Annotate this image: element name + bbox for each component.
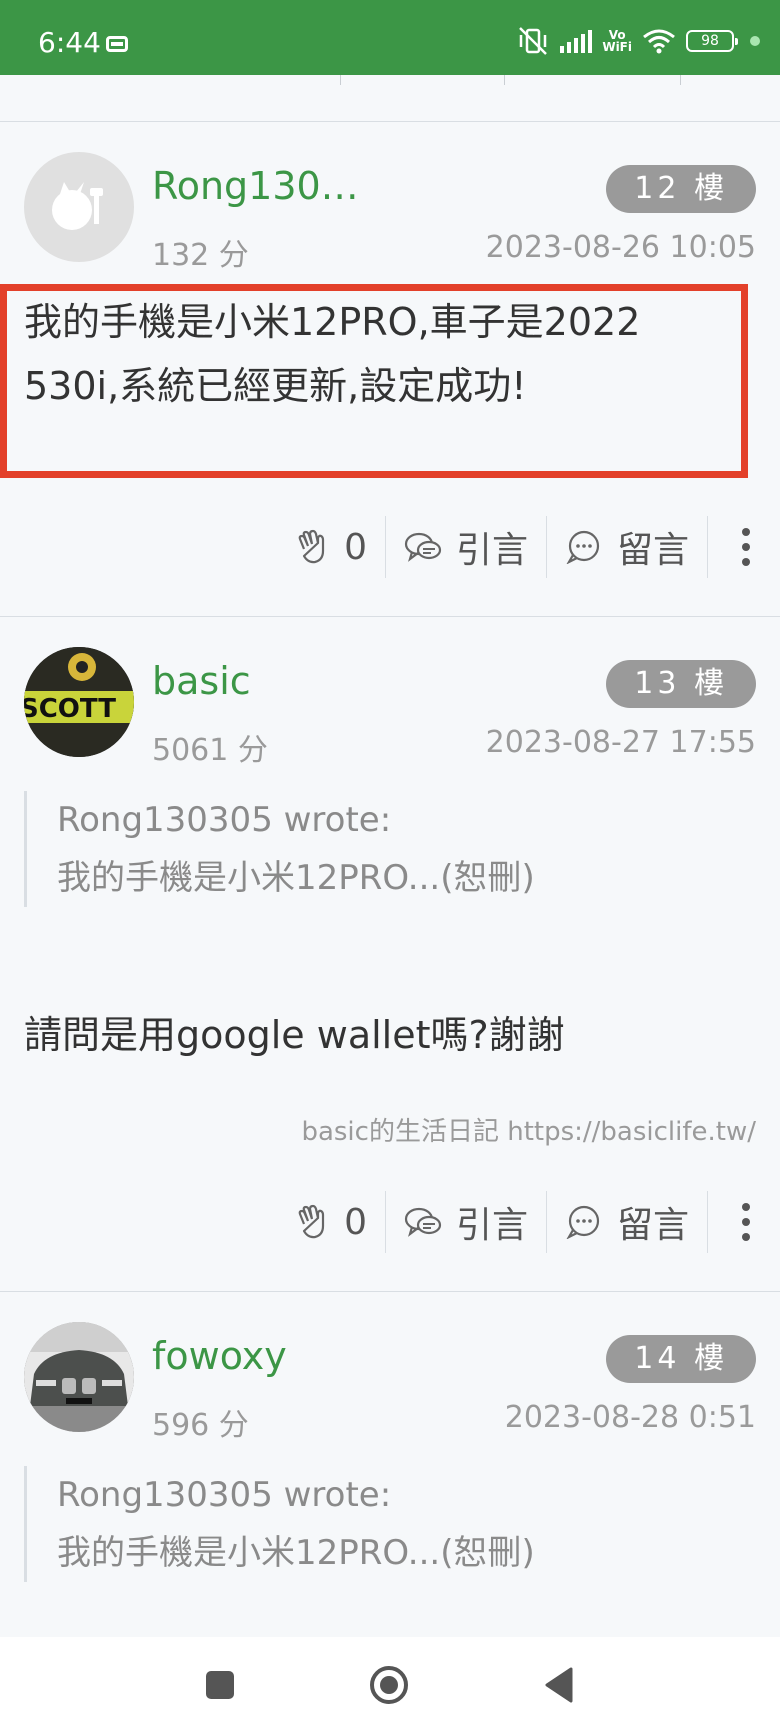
post-date: 2023-08-27 17:55: [485, 725, 756, 760]
status-icons: Vo WiFi 98: [516, 24, 760, 58]
avatar[interactable]: SCOTT: [24, 647, 134, 757]
post-actions: 0 引言 留言: [278, 1191, 780, 1253]
comment-bubble-icon: [565, 530, 603, 564]
notification-dot: [750, 36, 760, 46]
more-options-button[interactable]: [707, 516, 780, 578]
wifi-icon: [642, 28, 676, 54]
user-score: 596 分: [152, 1408, 249, 1443]
quote-label: 引言: [455, 1205, 528, 1246]
quote-button[interactable]: 引言: [384, 1191, 546, 1253]
post-actions: 0 引言 留言: [278, 516, 780, 578]
post-floor-14: fowoxy 14 樓 596 分 2023-08-28 0:51 Rong13…: [0, 1292, 780, 1637]
like-button[interactable]: 0: [278, 1191, 385, 1253]
quote-block: Rong130305 wrote: 我的手機是小米12PRO...(恕刪): [24, 791, 535, 907]
more-options-button[interactable]: [707, 1191, 780, 1253]
comment-label: 留言: [616, 1205, 689, 1246]
quote-text: 我的手機是小米12PRO...(恕刪): [57, 1533, 535, 1573]
floor-badge: 12 樓: [606, 165, 756, 213]
svg-text:SCOTT: SCOTT: [24, 694, 116, 724]
comment-label: 留言: [616, 530, 689, 571]
recent-apps-button[interactable]: [205, 1670, 235, 1704]
divider: [504, 75, 505, 85]
post-date: 2023-08-26 10:05: [485, 230, 756, 265]
comment-button[interactable]: 留言: [545, 516, 707, 578]
username[interactable]: fowoxy: [152, 1334, 287, 1378]
comment-bubble-icon: [565, 1205, 603, 1239]
default-avatar-icon: [52, 182, 103, 230]
quote-author: Rong130305 wrote:: [57, 800, 392, 840]
more-vert-icon: [742, 528, 750, 566]
username[interactable]: Rong130…: [152, 164, 359, 208]
quote-bubble-icon: [404, 1206, 442, 1238]
home-circle-icon: [370, 1666, 408, 1704]
clap-icon: [296, 529, 330, 565]
square-icon: [206, 1671, 234, 1699]
system-navigation-bar: [0, 1637, 780, 1733]
floor-badge: 14 樓: [606, 1335, 756, 1383]
user-photo: SCOTT: [24, 647, 134, 757]
quote-block: Rong130305 wrote: 我的手機是小米12PRO...(恕刪): [24, 1466, 535, 1582]
sim-card-icon: [106, 36, 128, 52]
divider: [340, 75, 341, 85]
like-count: 0: [344, 526, 367, 568]
user-score: 5061 分: [152, 733, 268, 768]
comment-button[interactable]: 留言: [545, 1191, 707, 1253]
quote-button[interactable]: 引言: [384, 516, 546, 578]
post-date: 2023-08-28 0:51: [504, 1400, 756, 1435]
status-bar: 6:44 Vo WiFi 98: [0, 0, 780, 75]
user-score: 132 分: [152, 238, 249, 273]
divider: [680, 75, 681, 85]
signature[interactable]: basic的生活日記 https://basiclife.tw/: [301, 1111, 756, 1148]
vibrate-off-icon: [516, 26, 550, 56]
clap-icon: [296, 1204, 330, 1240]
vowifi-icon: Vo WiFi: [602, 28, 632, 54]
username[interactable]: basic: [152, 659, 251, 703]
quote-text: 我的手機是小米12PRO...(恕刪): [57, 858, 535, 898]
like-button[interactable]: 0: [278, 516, 385, 578]
back-button[interactable]: [544, 1667, 574, 1707]
post-floor-13: SCOTT basic 13 樓 5061 分 2023-08-27 17:55…: [0, 617, 780, 1292]
quote-author: Rong130305 wrote:: [57, 1475, 392, 1515]
post-floor-12: Rong130… 12 樓 132 分 2023-08-26 10:05 我的手…: [0, 122, 780, 617]
avatar[interactable]: [24, 1322, 134, 1432]
user-photo: [24, 1322, 134, 1432]
previous-post-actions: [0, 75, 780, 122]
quote-label: 引言: [455, 530, 528, 571]
clock: 6:44: [38, 26, 101, 59]
signal-icon: [560, 29, 593, 53]
avatar[interactable]: [24, 152, 134, 262]
home-button[interactable]: [368, 1664, 410, 1710]
more-vert-icon: [742, 1203, 750, 1241]
like-count: 0: [344, 1201, 367, 1243]
floor-badge: 13 樓: [606, 660, 756, 708]
post-content: 請問是用google wallet嗎?謝謝: [24, 1013, 565, 1057]
battery-icon: 98: [686, 30, 738, 52]
back-triangle-icon: [545, 1667, 573, 1703]
highlight-box: [0, 284, 748, 478]
quote-bubble-icon: [404, 531, 442, 563]
